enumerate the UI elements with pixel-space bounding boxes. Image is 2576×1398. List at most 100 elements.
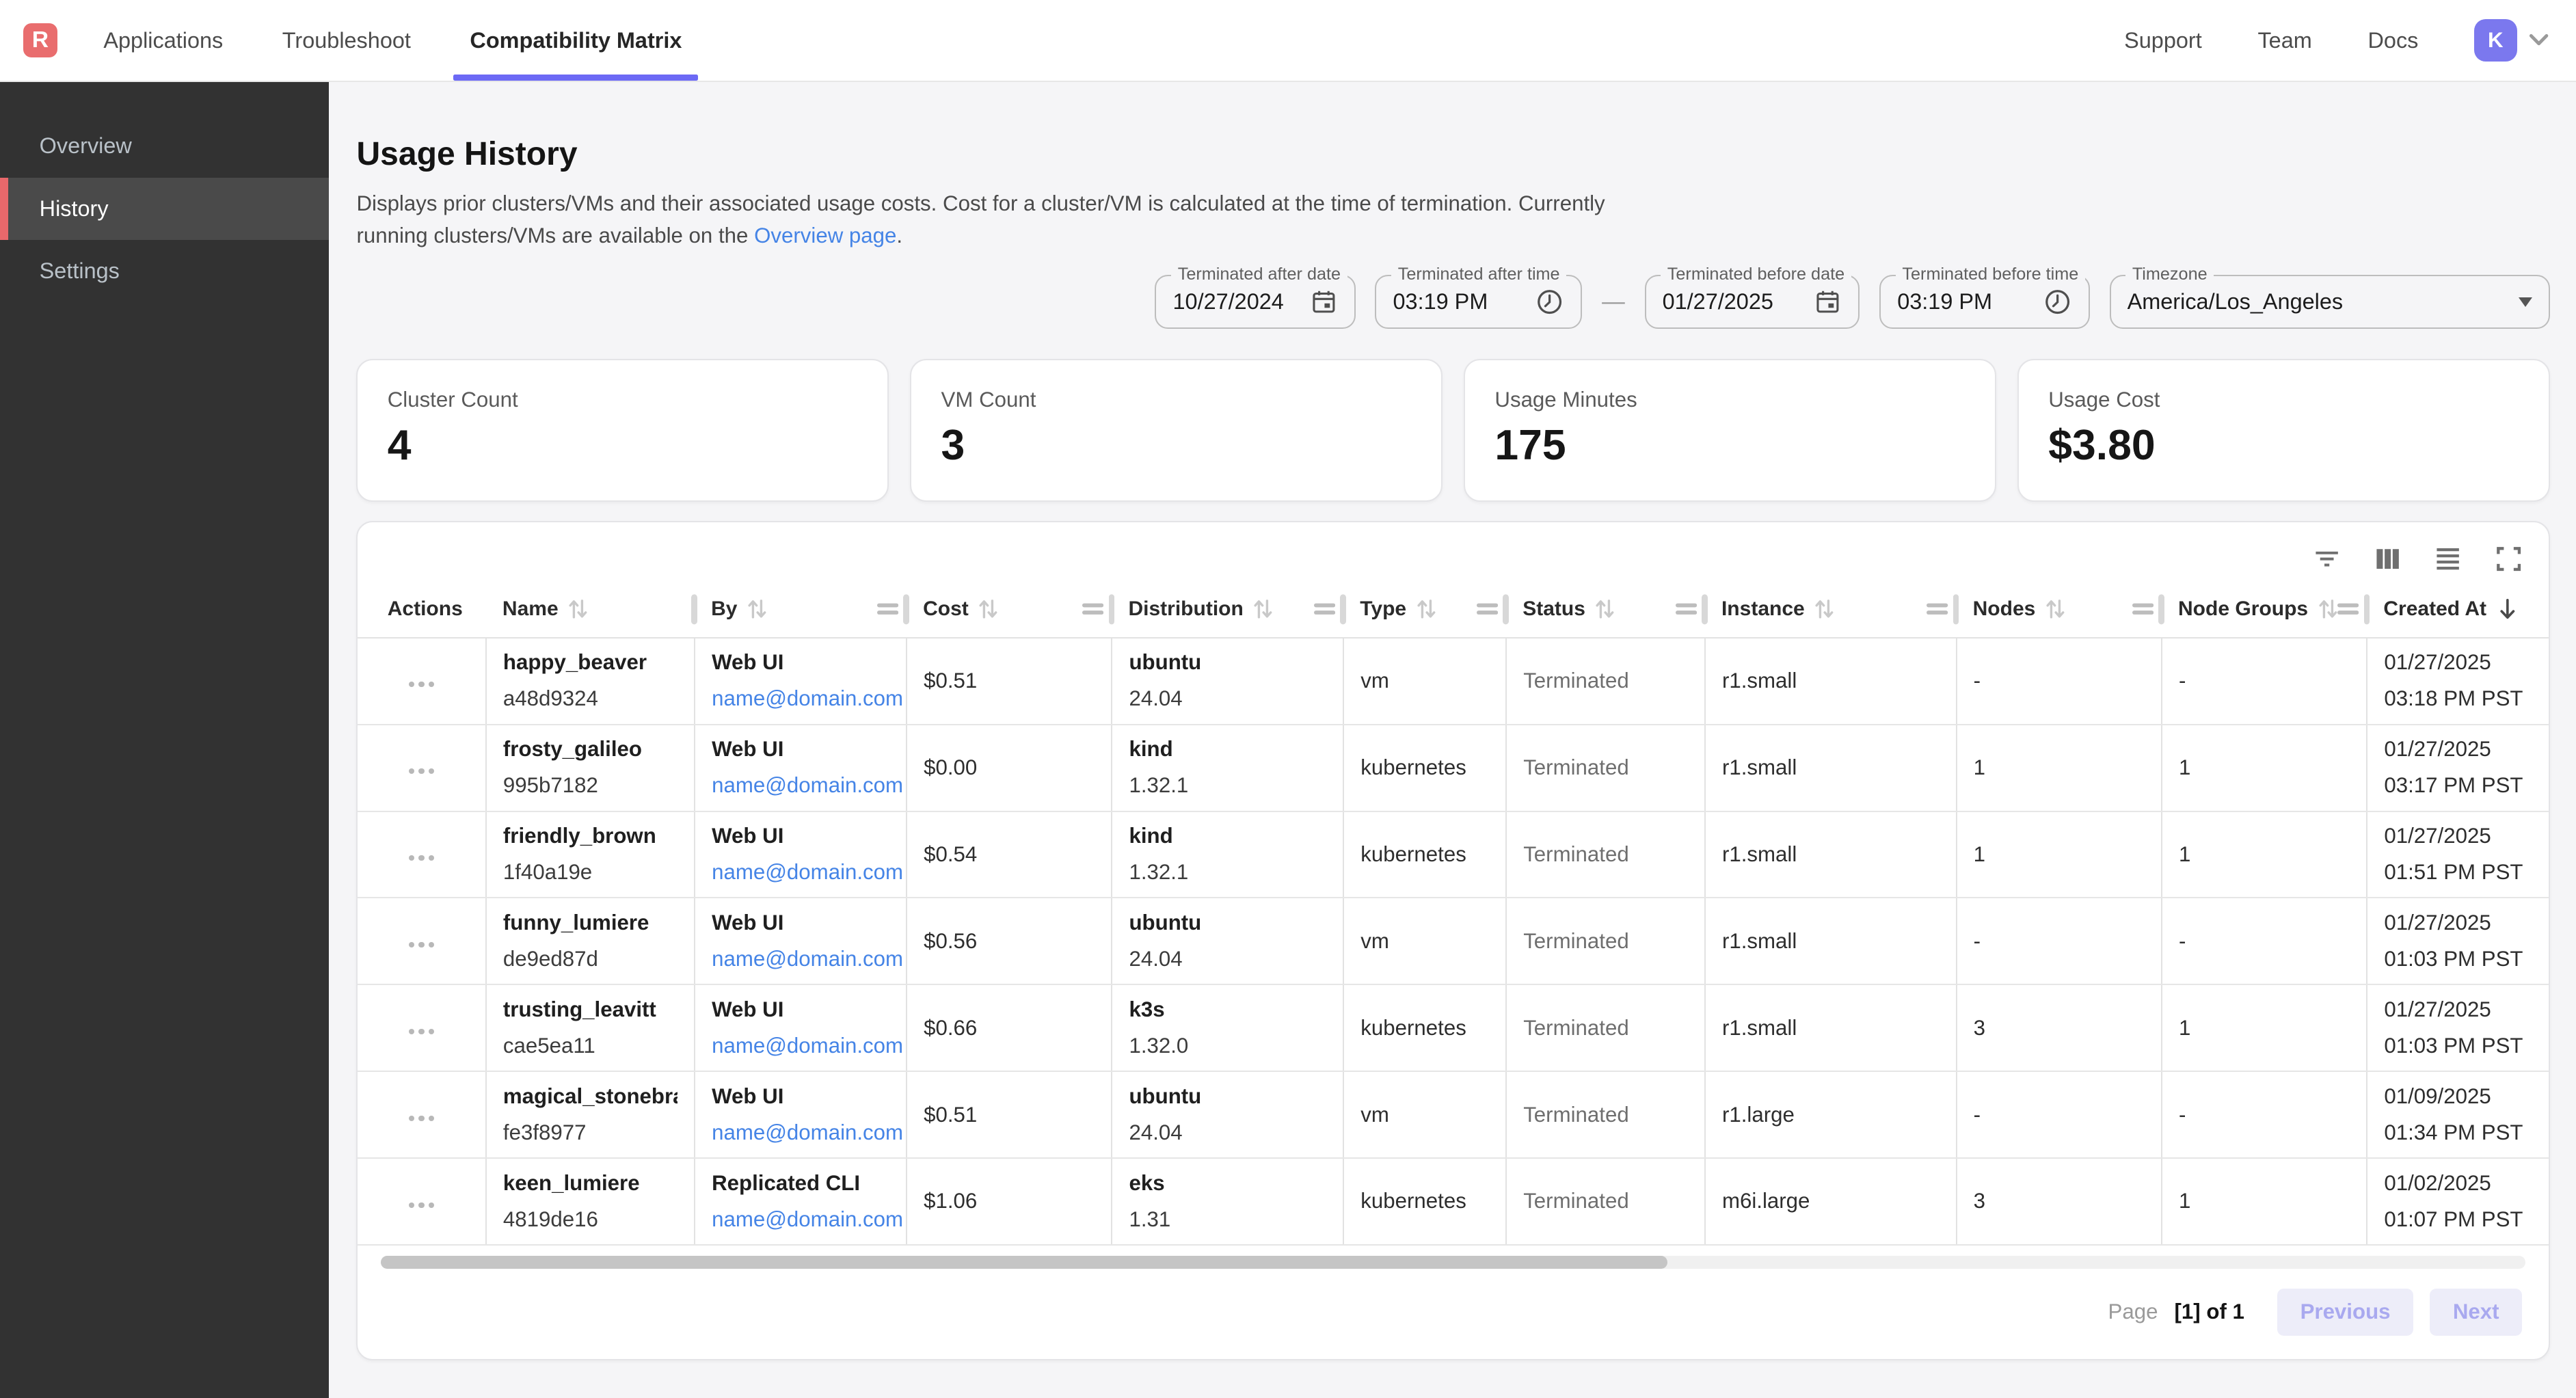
replicated-logo[interactable]: R xyxy=(23,23,57,57)
column-drag-handle[interactable] xyxy=(2337,602,2359,617)
column-header-created-at[interactable]: Created At xyxy=(2367,582,2549,638)
created-by-email-link[interactable]: name@domain.com xyxy=(712,946,889,972)
column-drag-handle[interactable] xyxy=(1927,602,1948,617)
column-resize-handle[interactable] xyxy=(2158,595,2164,624)
calendar-icon[interactable] xyxy=(1310,288,1338,316)
row-actions-menu-button[interactable] xyxy=(402,1109,440,1128)
distribution-name: ubuntu xyxy=(1129,910,1326,936)
distribution-version: 1.31 xyxy=(1129,1207,1326,1233)
column-drag-handle[interactable] xyxy=(1477,602,1498,617)
row-actions-menu-button[interactable] xyxy=(402,1022,440,1041)
status-cell: Terminated xyxy=(1506,725,1705,811)
created-by-source: Web UI xyxy=(712,997,889,1023)
field-label: Terminated after date xyxy=(1171,265,1347,284)
created-by-email-link[interactable]: name@domain.com xyxy=(712,772,889,798)
cost-cell: $1.06 xyxy=(907,1158,1112,1245)
node-groups-cell: 1 xyxy=(2162,811,2367,898)
column-drag-handle[interactable] xyxy=(1082,602,1103,617)
created-by-email-link[interactable]: name@domain.com xyxy=(712,1207,889,1233)
column-resize-handle[interactable] xyxy=(903,595,909,624)
created-by-email-link[interactable]: name@domain.com xyxy=(712,1033,889,1059)
column-header-type[interactable]: Type xyxy=(1343,582,1506,638)
column-header-cost[interactable]: Cost xyxy=(907,582,1112,638)
column-resize-handle[interactable] xyxy=(1340,595,1345,624)
row-actions-menu-button[interactable] xyxy=(402,675,440,694)
previous-page-button[interactable]: Previous xyxy=(2277,1289,2413,1336)
column-resize-handle[interactable] xyxy=(1109,595,1114,624)
nav-item-compatibility-matrix[interactable]: Compatibility Matrix xyxy=(470,0,682,81)
row-actions-menu-button[interactable] xyxy=(402,1196,440,1215)
stat-value: $3.80 xyxy=(2048,420,2519,470)
next-page-button[interactable]: Next xyxy=(2430,1289,2522,1336)
actions-cell xyxy=(358,1158,485,1245)
sidebar-item-settings[interactable]: Settings xyxy=(0,240,329,302)
column-header-status[interactable]: Status xyxy=(1506,582,1705,638)
scrollbar-thumb[interactable] xyxy=(381,1256,1667,1269)
node-groups-value: - xyxy=(2179,1102,2350,1128)
avatar[interactable]: K xyxy=(2474,19,2517,62)
clock-icon[interactable] xyxy=(2043,287,2072,317)
created-date: 01/27/2025 xyxy=(2384,910,2534,936)
row-actions-menu-button[interactable] xyxy=(402,848,440,868)
column-drag-handle[interactable] xyxy=(2132,602,2154,617)
fullscreen-icon[interactable] xyxy=(2493,542,2525,575)
chevron-down-icon[interactable] xyxy=(2528,33,2549,48)
column-header-nodes[interactable]: Nodes xyxy=(1957,582,2162,638)
calendar-icon[interactable] xyxy=(1814,288,1842,316)
sidebar-item-overview[interactable]: Overview xyxy=(0,115,329,177)
terminated-after-time-field[interactable]: Terminated after time 03:19 PM xyxy=(1375,275,1582,329)
nav-item-team[interactable]: Team xyxy=(2257,28,2311,53)
row-actions-menu-button[interactable] xyxy=(402,935,440,954)
column-header-node-groups[interactable]: Node Groups xyxy=(2162,582,2367,638)
nav-item-applications[interactable]: Applications xyxy=(103,0,223,81)
created-at-cell: 01/27/2025 01:51 PM PST xyxy=(2367,811,2549,898)
density-icon[interactable] xyxy=(2432,542,2465,575)
column-resize-handle[interactable] xyxy=(1503,595,1508,624)
summary-cards: Cluster Count 4 VM Count 3 Usage Minutes… xyxy=(356,359,2549,502)
cost-value: $0.54 xyxy=(924,842,1095,868)
terminated-before-date-field[interactable]: Terminated before date 01/27/2025 xyxy=(1645,275,1860,329)
column-resize-handle[interactable] xyxy=(691,595,697,624)
node-groups-value: - xyxy=(2179,668,2350,694)
column-header-by[interactable]: By xyxy=(695,582,907,638)
cluster-id: a48d9324 xyxy=(503,686,677,712)
created-by-email-link[interactable]: name@domain.com xyxy=(712,859,889,885)
terminated-before-time-field[interactable]: Terminated before time 03:19 PM xyxy=(1879,275,2090,329)
table-row: frosty_galileo 995b7182 Web UI name@doma… xyxy=(358,725,2549,811)
column-label: Nodes xyxy=(1973,597,2036,621)
column-drag-handle[interactable] xyxy=(1676,602,1697,617)
row-actions-menu-button[interactable] xyxy=(402,762,440,781)
column-header-distribution[interactable]: Distribution xyxy=(1112,582,1343,638)
created-by-email-link[interactable]: name@domain.com xyxy=(712,686,889,712)
overview-page-link[interactable]: Overview page xyxy=(754,224,896,247)
nav-item-troubleshoot[interactable]: Troubleshoot xyxy=(282,0,411,81)
column-header-instance[interactable]: Instance xyxy=(1705,582,1957,638)
column-resize-handle[interactable] xyxy=(2364,595,2370,624)
user-menu[interactable]: K xyxy=(2474,19,2550,62)
distribution-version: 24.04 xyxy=(1129,946,1326,972)
filter-icon[interactable] xyxy=(2310,542,2343,575)
column-drag-handle[interactable] xyxy=(877,602,898,617)
status-cell: Terminated xyxy=(1506,811,1705,898)
timezone-select[interactable]: Timezone America/Los_Angeles xyxy=(2110,275,2550,329)
nav-item-docs[interactable]: Docs xyxy=(2367,28,2418,53)
node-groups-cell: 1 xyxy=(2162,1158,2367,1245)
cost-cell: $0.51 xyxy=(907,1071,1112,1158)
node-groups-cell: - xyxy=(2162,898,2367,984)
nav-item-support[interactable]: Support xyxy=(2124,28,2202,53)
sort-icon xyxy=(1417,597,1436,621)
show-hide-columns-icon[interactable] xyxy=(2371,542,2404,575)
ellipsis-icon xyxy=(409,768,414,774)
column-header-name[interactable]: Name xyxy=(486,582,695,638)
instance-value: r1.large xyxy=(1722,1102,1940,1128)
terminated-after-date-field[interactable]: Terminated after date 10/27/2024 xyxy=(1155,275,1355,329)
created-by-email-link[interactable]: name@domain.com xyxy=(712,1120,889,1146)
column-resize-handle[interactable] xyxy=(1702,595,1707,624)
sidebar-item-history[interactable]: History xyxy=(0,178,329,240)
clock-icon[interactable] xyxy=(1535,287,1564,317)
column-drag-handle[interactable] xyxy=(1314,602,1335,617)
column-resize-handle[interactable] xyxy=(1953,595,1959,624)
column-label: Cost xyxy=(923,597,969,621)
dropdown-arrow-icon[interactable] xyxy=(2519,297,2532,307)
created-at-cell: 01/27/2025 03:18 PM PST xyxy=(2367,638,2549,725)
